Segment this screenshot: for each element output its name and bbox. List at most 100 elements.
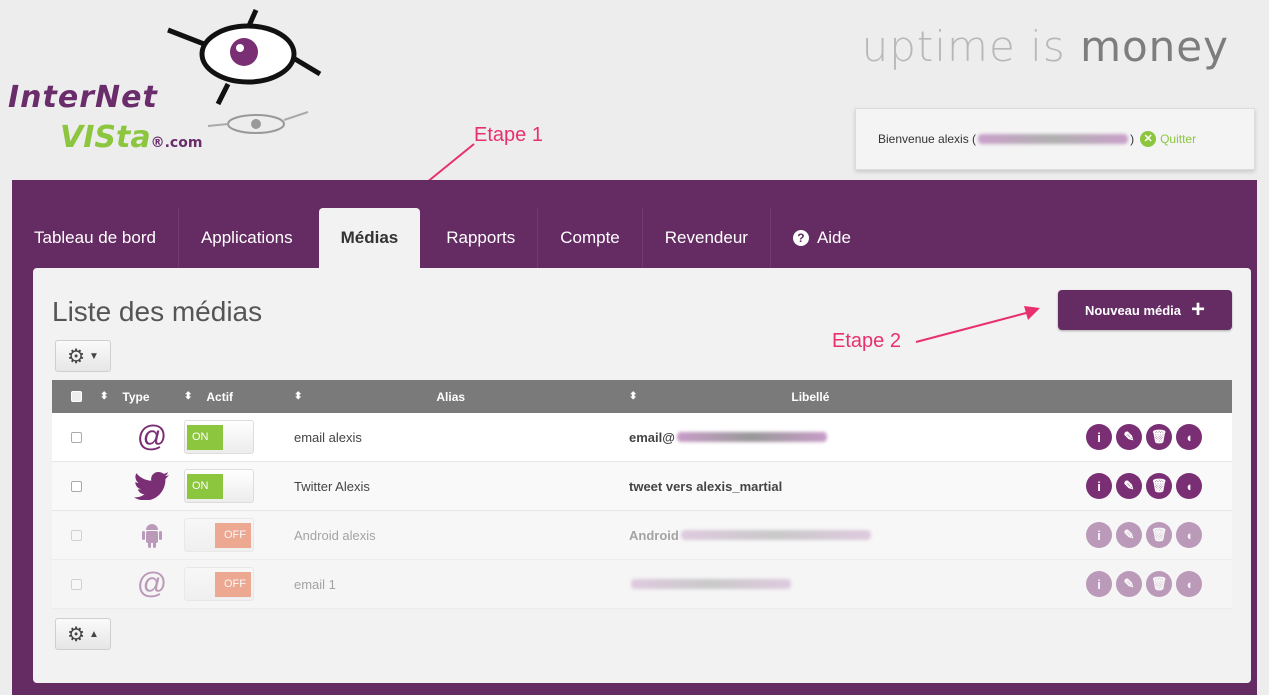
row-checkbox[interactable] xyxy=(70,480,82,492)
slogan-light: uptime is xyxy=(861,22,1081,71)
row-checkbox[interactable] xyxy=(70,529,82,541)
table-row: @ OFF email 1 i ✎ 🗑 ◖ xyxy=(52,560,1232,609)
tab-medias[interactable]: Médias xyxy=(318,208,421,268)
at-icon: @ xyxy=(136,420,168,453)
slogan-bold: money xyxy=(1080,22,1229,71)
caret-up-icon: ▲ xyxy=(89,628,99,640)
libelle-cell: tweet vers alexis_martial xyxy=(629,479,1034,494)
toggle-label: OFF xyxy=(215,523,251,548)
alias-cell: email 1 xyxy=(294,576,336,592)
info-icon[interactable]: i xyxy=(1086,522,1112,548)
type-cell: @ xyxy=(100,422,184,452)
logo-text-internet: InterNet xyxy=(8,80,158,115)
column-label: Libellé xyxy=(791,389,830,404)
table-row: ON Twitter Alexis tweet vers alexis_mart… xyxy=(52,462,1232,511)
active-toggle[interactable]: ON xyxy=(184,420,254,454)
page-title: Liste des médias xyxy=(52,296,263,327)
toggle-label: ON xyxy=(187,474,223,499)
sound-icon[interactable]: ◖ xyxy=(1176,424,1202,450)
active-toggle[interactable]: OFF xyxy=(184,567,254,601)
annotation-step2: Etape 2 xyxy=(832,330,901,352)
tab-applications[interactable]: Applications xyxy=(179,208,315,268)
row-checkbox[interactable] xyxy=(70,578,82,590)
active-toggle[interactable]: OFF xyxy=(184,518,254,552)
pencil-icon[interactable]: ✎ xyxy=(1116,571,1142,597)
column-type[interactable]: ⬍ Type xyxy=(100,390,184,404)
logo-vista: VISta xyxy=(60,120,151,155)
plus-icon: + xyxy=(1191,296,1206,323)
gear-menu-button-bottom[interactable]: ⚙ ▲ xyxy=(55,618,111,650)
blurred-text xyxy=(680,530,871,540)
actions-cell: i ✎ 🗑 ◖ xyxy=(1034,571,1232,597)
libelle-cell: email@ xyxy=(629,430,1034,445)
alias-cell: email alexis xyxy=(294,429,362,445)
header-check-cell xyxy=(52,391,100,402)
welcome-box: Bienvenue alexis ( ) ✕ Quitter xyxy=(855,108,1255,170)
libelle-cell xyxy=(629,579,1034,589)
sound-icon[interactable]: ◖ xyxy=(1176,473,1202,499)
new-media-button[interactable]: Nouveau média + xyxy=(1058,290,1232,330)
sort-icon: ⬍ xyxy=(629,391,638,402)
close-circle-icon[interactable]: ✕ xyxy=(1140,131,1157,147)
column-label: Actif xyxy=(206,389,234,404)
tab-label: Rapports xyxy=(446,228,516,247)
sort-icon: ⬍ xyxy=(184,391,193,402)
actions-cell: i ✎ 🗑 ◖ xyxy=(1034,473,1232,499)
pencil-icon[interactable]: ✎ xyxy=(1116,522,1142,548)
quit-link[interactable]: Quitter xyxy=(1160,132,1196,146)
tab-rapports[interactable]: Rapports xyxy=(424,208,537,268)
trash-icon[interactable]: 🗑 xyxy=(1146,424,1172,450)
select-all-checkbox[interactable] xyxy=(70,391,82,402)
tab-compte[interactable]: Compte xyxy=(538,208,642,268)
info-icon[interactable]: i xyxy=(1086,473,1112,499)
pencil-icon[interactable]: ✎ xyxy=(1116,424,1142,450)
sound-icon[interactable]: ◖ xyxy=(1176,571,1202,597)
twitter-icon xyxy=(134,472,170,500)
sort-icon: ⬍ xyxy=(294,391,303,402)
actif-cell: OFF xyxy=(184,567,294,601)
trash-icon[interactable]: 🗑 xyxy=(1146,571,1172,597)
actif-cell: OFF xyxy=(184,518,294,552)
welcome-suffix: ) xyxy=(1130,132,1135,146)
info-icon[interactable]: i xyxy=(1086,571,1112,597)
caret-down-icon: ▼ xyxy=(89,350,99,362)
gear-menu-button-top[interactable]: ⚙ ▼ xyxy=(55,340,111,372)
annotation-step1: Etape 1 xyxy=(474,124,543,146)
at-icon: @ xyxy=(136,567,168,600)
info-icon[interactable]: i xyxy=(1086,424,1112,450)
gear-icon: ⚙ xyxy=(67,345,86,368)
tab-label: Applications xyxy=(200,228,293,247)
gear-icon: ⚙ xyxy=(67,623,86,646)
active-toggle[interactable]: ON xyxy=(184,469,254,503)
actif-cell: ON xyxy=(184,469,294,503)
blurred-text xyxy=(676,432,827,442)
page-header: InterNet VISta®.com uptime is money Bien… xyxy=(0,0,1269,180)
alias-cell: Android alexis xyxy=(294,527,376,543)
column-label: Type xyxy=(122,389,150,404)
libelle-cell: Android xyxy=(629,528,1034,543)
table-row: @ ON email alexis email@ i ✎ 🗑 ◖ xyxy=(52,413,1232,462)
internet-vista-logo[interactable]: InterNet VISta®.com xyxy=(8,8,328,168)
tab-revendeur[interactable]: Revendeur xyxy=(643,208,770,268)
blurred-text xyxy=(631,579,791,589)
pencil-icon[interactable]: ✎ xyxy=(1116,473,1142,499)
sound-icon[interactable]: ◖ xyxy=(1176,522,1202,548)
trash-icon[interactable]: 🗑 xyxy=(1146,473,1172,499)
tab-label: Tableau de bord xyxy=(34,228,156,247)
column-label: Alias xyxy=(436,389,466,404)
blurred-email xyxy=(978,134,1129,144)
column-libelle[interactable]: ⬍ Libellé xyxy=(629,390,1034,404)
tab-tableau-de-bord[interactable]: Tableau de bord xyxy=(12,208,178,268)
slogan: uptime is money xyxy=(862,22,1229,71)
tab-label: Compte xyxy=(560,228,620,247)
type-cell xyxy=(100,521,184,549)
row-check-cell xyxy=(52,431,100,443)
tab-aide[interactable]: ? Aide xyxy=(771,208,873,268)
column-alias[interactable]: ⬍ Alias xyxy=(294,390,629,404)
tab-label: Médias xyxy=(340,228,399,247)
trash-icon[interactable]: 🗑 xyxy=(1146,522,1172,548)
android-icon xyxy=(134,521,170,549)
row-checkbox[interactable] xyxy=(70,431,82,443)
table-row: OFF Android alexis Android i ✎ 🗑 ◖ xyxy=(52,511,1232,560)
column-actif[interactable]: ⬍ Actif xyxy=(184,390,294,404)
